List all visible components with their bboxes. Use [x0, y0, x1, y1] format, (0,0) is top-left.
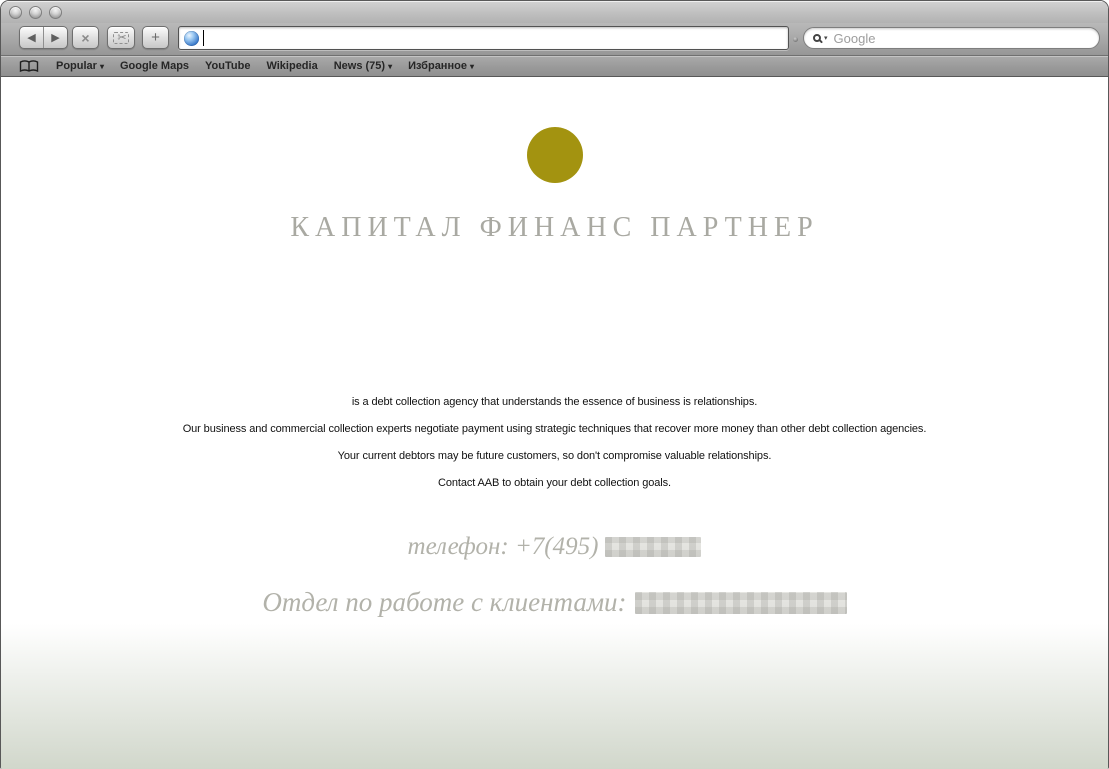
close-button[interactable] [9, 6, 22, 19]
intro-paragraphs: is a debt collection agency that underst… [1, 389, 1108, 497]
paragraph: Our business and commercial collection e… [182, 423, 927, 435]
show-all-bookmarks-button[interactable] [19, 59, 39, 73]
bookmark-item-news[interactable]: News (75) ▾ [334, 60, 392, 72]
bookmark-label: YouTube [205, 60, 251, 72]
forward-button[interactable]: ▶ [43, 27, 67, 48]
open-book-icon [19, 59, 39, 72]
back-button[interactable]: ◀ [20, 27, 43, 48]
globe-icon [184, 30, 199, 46]
stop-icon: × [81, 29, 90, 46]
clients-line: Отдел по работе с клиентами: [1, 585, 1108, 619]
minimize-button[interactable] [29, 6, 42, 19]
zoom-button[interactable] [49, 6, 62, 19]
bookmarks-bar: Popular ▾ Google Maps YouTube Wikipedia … [1, 56, 1108, 77]
chevron-down-icon: ▾ [99, 61, 104, 71]
bookmark-item-wikipedia[interactable]: Wikipedia [266, 60, 317, 72]
phone-line: телефон: +7(495) [1, 531, 1108, 563]
page-title: КАПИТАЛ ФИНАНС ПАРТНЕР [290, 212, 819, 243]
brand-logo [526, 127, 583, 183]
plus-icon: + [151, 29, 160, 46]
bookmark-label: Google Maps [119, 60, 190, 72]
paragraph: is a debt collection agency that underst… [351, 396, 758, 408]
clients-label: Отдел по работе с клиентами: [262, 587, 627, 617]
redacted-email [634, 592, 847, 614]
add-bookmark-button[interactable]: + [142, 26, 169, 49]
address-bar[interactable] [178, 26, 789, 50]
back-forward-control: ◀ ▶ [19, 26, 68, 49]
bookmark-item-izbrannoe[interactable]: Избранное ▾ [408, 60, 474, 72]
page-content: КАПИТАЛ ФИНАНС ПАРТНЕР is a debt collect… [1, 77, 1108, 769]
bookmark-label: Избранное [408, 60, 467, 72]
paragraph: Your current debtors may be future custo… [337, 450, 772, 462]
browser-toolbar: ◀ ▶ × ✂ + ▾ [1, 23, 1108, 56]
bookmark-item-youtube[interactable]: YouTube [205, 60, 250, 72]
webclip-icon: ✂ [113, 31, 129, 44]
bookmark-label: Popular [56, 60, 97, 72]
search-icon [813, 34, 821, 42]
redacted-phone-number [605, 537, 702, 557]
chevron-down-icon: ▾ [469, 61, 474, 71]
bookmark-item-google-maps[interactable]: Google Maps [120, 60, 189, 72]
stop-button[interactable]: × [72, 26, 99, 49]
webclip-button[interactable]: ✂ [107, 26, 135, 49]
field-resize-handle[interactable] [793, 37, 798, 42]
title-bar[interactable] [1, 1, 1108, 23]
back-icon: ◀ [27, 32, 36, 44]
bookmark-item-popular[interactable]: Popular ▾ [56, 60, 104, 72]
bookmark-label: Wikipedia [266, 60, 318, 72]
search-bar[interactable]: ▾ [803, 27, 1100, 49]
forward-icon: ▶ [51, 32, 60, 44]
chevron-down-icon: ▾ [388, 61, 393, 71]
search-dropdown-arrow-icon[interactable]: ▾ [824, 35, 828, 42]
search-input[interactable] [833, 30, 1089, 46]
phone-label: телефон: +7(495) [407, 533, 599, 560]
traffic-lights [9, 6, 62, 19]
text-caret [203, 30, 204, 46]
scissors-icon: ✂ [117, 32, 127, 44]
browser-window: ◀ ▶ × ✂ + ▾ Popular ▾ [0, 0, 1109, 769]
paragraph: Contact AAB to obtain your debt collecti… [438, 477, 671, 489]
bookmark-label: News (75) [333, 60, 386, 72]
